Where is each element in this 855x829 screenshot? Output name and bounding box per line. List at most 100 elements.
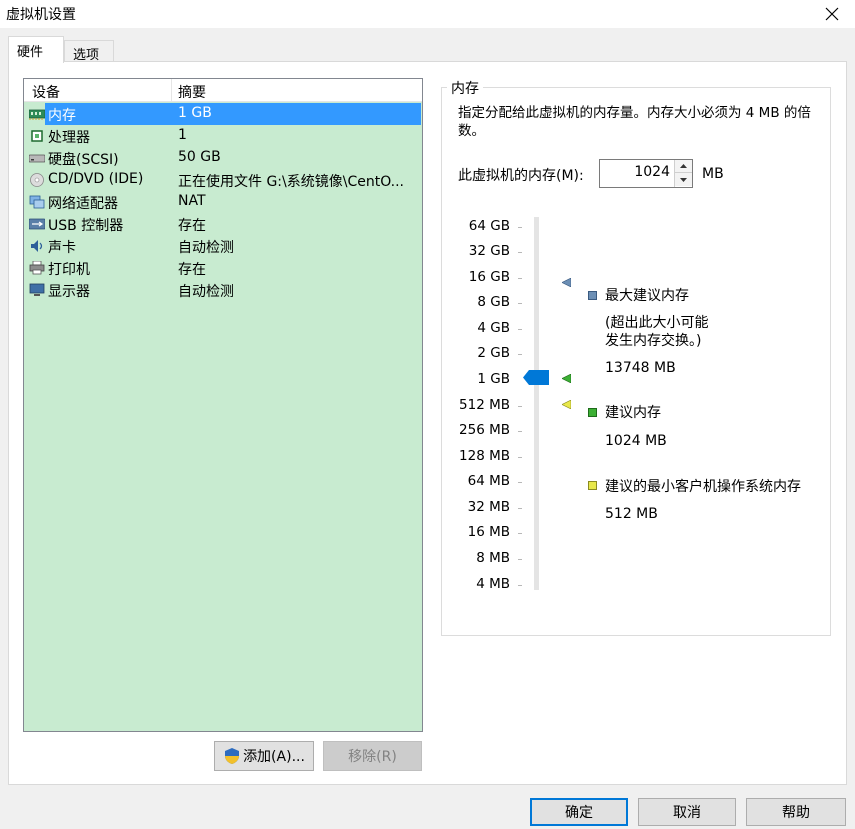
device-name: 打印机 [48, 262, 90, 278]
add-device-label: 添加(A)... [243, 749, 305, 765]
recommended-legend-icon [588, 408, 597, 417]
device-summary: NAT [178, 193, 206, 209]
scale-label: 8 GB [477, 294, 510, 310]
minimum-value: 512 MB [605, 506, 658, 522]
display-icon [29, 283, 45, 296]
max-recommended-note-2: 发生内存交换。) [605, 333, 702, 349]
recommended-title: 建议内存 [605, 405, 661, 421]
window-title: 虚拟机设置 [6, 7, 76, 23]
cd-dvd-icon [30, 173, 44, 187]
scale-label: 16 GB [468, 269, 510, 285]
scale-tick [518, 559, 522, 560]
device-row-printer[interactable]: 打印机 存在 [24, 257, 422, 279]
scale-label: 32 GB [468, 243, 510, 259]
scale-tick [518, 227, 522, 228]
device-name: 硬盘(SCSI) [48, 152, 119, 168]
memory-icon [29, 109, 45, 120]
scale-label: 64 MB [467, 473, 510, 489]
remove-device-label: 移除(R) [348, 749, 397, 765]
scale-label: 16 MB [467, 524, 510, 540]
sound-card-icon [31, 240, 43, 252]
memory-spinbox[interactable]: 1024 [599, 159, 693, 188]
spin-up-button[interactable] [675, 160, 692, 173]
device-list-header: 设备 摘要 [24, 79, 422, 102]
scale-tick [518, 457, 522, 458]
memory-input[interactable]: 1024 [634, 164, 670, 180]
processor-icon [31, 130, 43, 142]
close-button[interactable] [809, 0, 855, 28]
header-separator[interactable] [171, 79, 172, 102]
recommended-value: 1024 MB [605, 433, 667, 449]
close-icon [825, 7, 839, 21]
minimum-title: 建议的最小客户机操作系统内存 [605, 479, 801, 495]
scale-label: 4 GB [477, 320, 510, 336]
device-row-processor[interactable]: 处理器 1 [24, 125, 422, 147]
device-name: 处理器 [48, 130, 90, 146]
device-row-memory[interactable]: 内存 1 GB [24, 103, 422, 125]
memory-slider-thumb[interactable] [523, 370, 549, 385]
max-recommended-legend-icon [588, 291, 597, 300]
scale-tick [518, 508, 522, 509]
scale-label: 256 MB [459, 422, 510, 438]
scale-label: 128 MB [459, 448, 510, 464]
minimum-legend-icon [588, 481, 597, 490]
cancel-button[interactable]: 取消 [638, 798, 736, 826]
device-row-network-adapter[interactable]: 网络适配器 NAT [24, 191, 422, 213]
device-summary: 50 GB [178, 149, 221, 165]
title-bar: 虚拟机设置 [0, 0, 855, 28]
scale-label: 32 MB [467, 499, 510, 515]
device-name: 网络适配器 [48, 196, 118, 212]
device-name: 声卡 [48, 240, 76, 256]
cancel-label: 取消 [673, 805, 701, 821]
device-summary: 1 [178, 127, 187, 143]
device-summary: 自动检测 [178, 240, 234, 256]
header-device[interactable]: 设备 [32, 82, 60, 102]
scale-label: 1 GB [477, 371, 510, 387]
ok-label: 确定 [565, 805, 593, 821]
device-row-display[interactable]: 显示器 自动检测 [24, 279, 422, 301]
scale-label: 512 MB [459, 397, 510, 413]
scale-tick [518, 431, 522, 432]
scale-tick [518, 354, 522, 355]
scale-label: 8 MB [476, 550, 510, 566]
scale-label: 64 GB [468, 218, 510, 234]
ok-button[interactable]: 确定 [530, 798, 628, 826]
device-name: 内存 [48, 108, 76, 124]
device-row-hard-disk[interactable]: 硬盘(SCSI) 50 GB [24, 147, 422, 169]
memory-description: 指定分配给此虚拟机的内存量。内存大小必须为 4 MB 的倍数。 [458, 105, 811, 139]
add-device-button[interactable]: 添加(A)... [214, 741, 314, 771]
scale-tick [518, 533, 522, 534]
scale-tick [518, 329, 522, 330]
arrow-down-icon [680, 177, 687, 182]
usb-controller-icon [29, 218, 45, 230]
minimum-marker-icon [562, 400, 571, 409]
recommended-marker-icon [562, 374, 571, 383]
tab-hardware-label: 硬件 [17, 45, 44, 60]
memory-slider-track[interactable] [534, 217, 539, 590]
memory-group-title: 内存 [447, 78, 483, 98]
device-summary: 存在 [178, 218, 206, 234]
scale-tick [518, 252, 522, 253]
max-recommended-title: 最大建议内存 [605, 288, 689, 304]
device-row-cd-dvd[interactable]: CD/DVD (IDE) 正在使用文件 G:\系统镜像\CentO... [24, 169, 422, 191]
scale-tick [518, 585, 522, 586]
memory-field-label: 此虚拟机的内存(M): [458, 168, 584, 184]
device-name: 显示器 [48, 284, 90, 300]
max-recommended-note-1: (超出此大小可能 [605, 315, 709, 331]
spin-down-button[interactable] [675, 173, 692, 186]
tab-hardware[interactable]: 硬件 [8, 36, 64, 63]
scale-tick [518, 482, 522, 483]
device-row-usb-controller[interactable]: USB 控制器 存在 [24, 213, 422, 235]
scale-tick [518, 303, 522, 304]
header-summary[interactable]: 摘要 [178, 82, 206, 102]
memory-unit: MB [702, 166, 724, 182]
scale-label: 2 GB [477, 345, 510, 361]
remove-device-button[interactable]: 移除(R) [323, 741, 422, 771]
scale-tick [518, 406, 522, 407]
device-summary: 存在 [178, 262, 206, 278]
help-button[interactable]: 帮助 [746, 798, 846, 826]
device-list[interactable]: 设备 摘要 内存 1 GB 处理器 1 硬盘(SCSI) 50 GB CD/DV… [23, 78, 423, 732]
admin-shield-icon [225, 748, 240, 764]
device-row-sound-card[interactable]: 声卡 自动检测 [24, 235, 422, 257]
tab-options[interactable]: 选项 [64, 40, 114, 63]
